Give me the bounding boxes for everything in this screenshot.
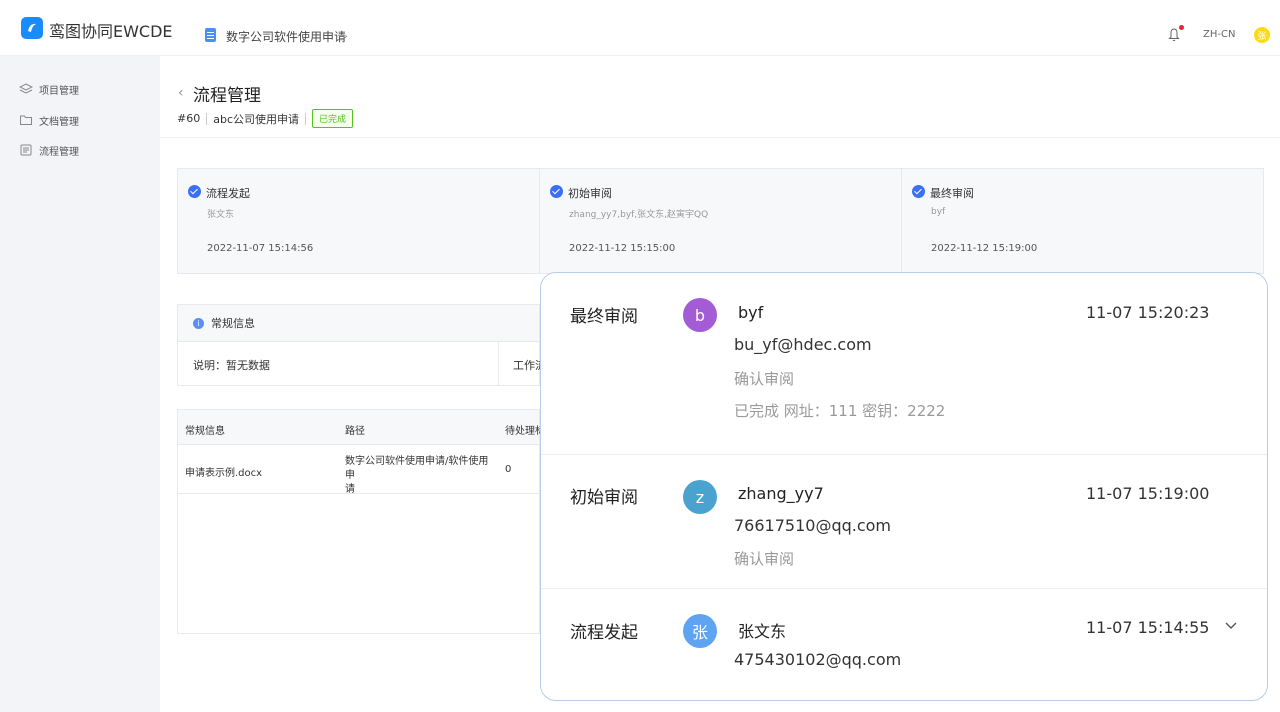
bell-icon[interactable]	[1168, 28, 1180, 42]
project-selector[interactable]: 数字公司软件使用申请	[226, 28, 346, 45]
file-path-line: 请	[345, 484, 355, 495]
sidebar-item-label: 流程管理	[39, 146, 79, 158]
step-name: 流程发起	[206, 187, 250, 200]
process-id: #60	[177, 112, 201, 125]
panel-title: 常规信息	[211, 317, 255, 330]
documents-table: 常规信息 路径 待处理标 申请表示例.docx 数字公司软件使用申请/软件使用申…	[177, 409, 545, 634]
process-name: abc公司使用申请	[213, 112, 299, 126]
top-header: 鸾图协同EWCDE 数字公司软件使用申请 ⌄ ZH-CN 张	[0, 0, 1280, 56]
history-user: byf	[738, 303, 764, 322]
process-meta: #60 abc公司使用申请 已完成	[177, 109, 354, 128]
divider	[498, 342, 499, 386]
language-switch[interactable]: ZH-CN	[1203, 29, 1235, 40]
step-users: byf	[931, 207, 946, 217]
check-circle-icon	[188, 185, 201, 198]
document-icon	[205, 28, 216, 42]
history-time: 11-07 15:19:00	[1086, 484, 1210, 503]
step-users: zhang_yy7,byf,张文东,赵寅宇QQ	[569, 210, 709, 220]
column-header: 常规信息	[185, 426, 225, 437]
history-email: 475430102@qq.com	[734, 650, 902, 669]
description-text: 说明：暂无数据	[193, 359, 270, 372]
history-user: zhang_yy7	[738, 484, 824, 503]
approval-history-popover: 最终审阅 b byf 11-07 15:20:23 bu_yf@hdec.com…	[540, 272, 1268, 701]
process-icon	[20, 144, 32, 156]
app-title[interactable]: 鸾图协同EWCDE	[49, 18, 173, 42]
avatar: 张	[683, 614, 717, 648]
file-path-line: 数字公司软件使用申请/软件使用申	[345, 456, 489, 481]
file-name[interactable]: 申请表示例.docx	[185, 464, 262, 479]
step-name: 初始审阅	[568, 187, 612, 200]
step-time: 2022-11-12 15:15:00	[569, 243, 676, 254]
page-title: 流程管理	[193, 86, 261, 106]
divider	[160, 137, 1280, 138]
history-item-final-review: 最终审阅 b byf 11-07 15:20:23 bu_yf@hdec.com…	[541, 273, 1267, 455]
sidebar-item-documents[interactable]: 文档管理	[19, 112, 79, 128]
divider	[305, 112, 306, 125]
history-time: 11-07 15:14:55	[1086, 618, 1210, 637]
history-stage: 最终审阅	[570, 307, 638, 327]
sidebar-item-projects[interactable]: 项目管理	[19, 81, 79, 97]
history-email: bu_yf@hdec.com	[734, 335, 872, 354]
step-name: 最终审阅	[930, 187, 974, 200]
chevron-down-icon[interactable]	[1224, 619, 1238, 635]
sidebar-item-label: 项目管理	[39, 85, 79, 97]
table-header: 常规信息 路径 待处理标	[178, 410, 545, 445]
pending-count: 0	[505, 464, 512, 475]
step-users: 张文东	[207, 210, 235, 220]
history-item-initiate[interactable]: 流程发起 张 张文东 11-07 15:14:55 475430102@qq.c…	[541, 589, 1267, 700]
app-logo-icon[interactable]	[21, 17, 43, 39]
general-info-panel: i 常规信息 说明：暂无数据 工作流	[177, 304, 541, 386]
process-steps: 流程发起 张文东 2022-11-07 15:14:56 初始审阅 zhang_…	[177, 168, 1264, 274]
layers-icon	[19, 83, 33, 94]
back-arrow-icon[interactable]: ‹	[178, 85, 184, 101]
avatar: b	[683, 298, 717, 332]
sidebar: 项目管理 文档管理 流程管理	[0, 56, 160, 712]
status-badge: 已完成	[312, 109, 354, 128]
history-item-initial-review: 初始审阅 z zhang_yy7 11-07 15:19:00 76617510…	[541, 455, 1267, 589]
panel-header: i 常规信息	[178, 305, 539, 342]
avatar[interactable]: 张	[1254, 27, 1270, 43]
history-user: 张文东	[738, 622, 787, 641]
sidebar-item-process[interactable]: 流程管理	[19, 142, 79, 158]
history-comment: 确认审阅	[734, 550, 795, 568]
info-icon: i	[193, 317, 204, 329]
step-initiate: 流程发起 张文东 2022-11-07 15:14:56	[178, 169, 540, 273]
file-path: 数字公司软件使用申请/软件使用申请	[345, 455, 495, 497]
sidebar-item-label: 文档管理	[39, 116, 79, 128]
folder-icon	[20, 115, 32, 125]
check-circle-icon	[912, 185, 925, 198]
history-time: 11-07 15:20:23	[1086, 303, 1210, 322]
column-header: 路径	[345, 426, 365, 437]
check-circle-icon	[550, 185, 563, 198]
history-stage: 初始审阅	[570, 488, 638, 508]
history-comment: 确认审阅	[734, 370, 795, 388]
history-email: 76617510@qq.com	[734, 516, 892, 535]
step-time: 2022-11-07 15:14:56	[207, 243, 314, 254]
avatar: z	[683, 480, 717, 514]
step-final-review[interactable]: 最终审阅 byf 2022-11-12 15:19:00	[902, 169, 1263, 273]
history-detail: 已完成 网址：111 密钥：2222	[734, 402, 946, 420]
divider	[206, 112, 208, 125]
step-initial-review: 初始审阅 zhang_yy7,byf,张文东,赵寅宇QQ 2022-11-12 …	[540, 169, 902, 273]
table-row[interactable]: 申请表示例.docx 数字公司软件使用申请/软件使用申请 0	[178, 445, 539, 497]
history-stage: 流程发起	[570, 623, 638, 643]
workflow-label: 工作流	[513, 359, 541, 372]
chevron-down-icon[interactable]: ⌄	[341, 30, 349, 41]
column-header: 待处理标	[505, 426, 545, 437]
notification-dot	[1179, 25, 1184, 30]
step-time: 2022-11-12 15:19:00	[931, 243, 1038, 254]
